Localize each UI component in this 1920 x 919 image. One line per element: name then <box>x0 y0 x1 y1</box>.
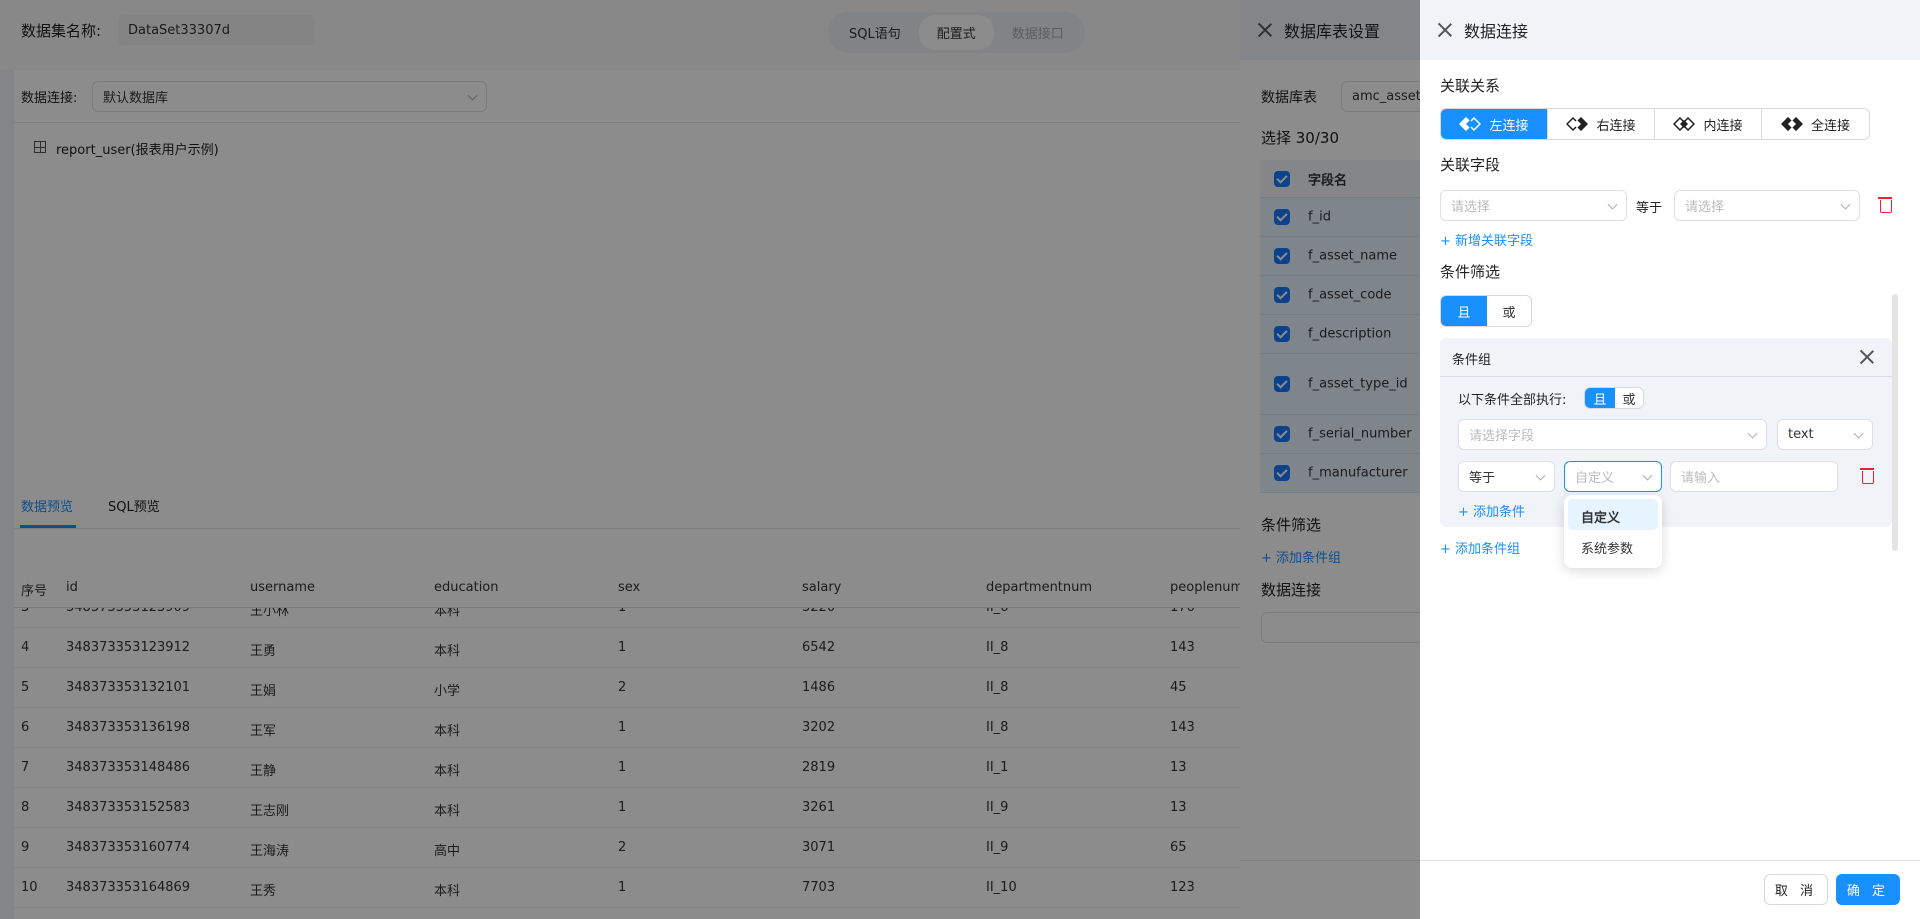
type-value: text <box>1788 427 1814 442</box>
condition-field-select[interactable]: 请选择字段 <box>1458 419 1767 450</box>
equals-label: 等于 <box>1636 201 1663 216</box>
operator-value: 等于 <box>1469 471 1496 486</box>
placeholder: 请选择字段 <box>1469 429 1535 444</box>
and-option[interactable]: 且 <box>1585 388 1615 408</box>
right-join-icon <box>1566 117 1589 131</box>
join-type-label: 左连接 <box>1489 118 1529 134</box>
operator-select[interactable]: 等于 <box>1458 461 1555 492</box>
all-exec-label: 以下条件全部执行: <box>1458 393 1567 408</box>
add-group-label: 添加条件组 <box>1455 542 1521 557</box>
delete-icon[interactable] <box>1860 468 1874 484</box>
join-type-label: 内连接 <box>1703 118 1743 134</box>
close-icon[interactable] <box>1438 23 1452 37</box>
placeholder: 请选择 <box>1451 200 1491 215</box>
value-source-dropdown: 自定义 系统参数 <box>1564 495 1662 568</box>
condition-group: 条件组 以下条件全部执行: 且 或 请选择字段 text 等于 自定义 请输入 … <box>1440 338 1892 527</box>
left-join-icon <box>1459 117 1482 131</box>
join-type-label: 全连接 <box>1810 118 1850 134</box>
join-type-label: 右连接 <box>1596 118 1636 134</box>
or-option[interactable]: 或 <box>1615 388 1643 408</box>
join-type-0[interactable]: 左连接 <box>1441 109 1548 139</box>
value-input[interactable]: 请输入 <box>1670 461 1838 492</box>
footer-divider <box>1420 860 1920 861</box>
dropdown-option-system-param[interactable]: 系统参数 <box>1568 530 1658 561</box>
value-source-select[interactable]: 自定义 <box>1564 461 1662 492</box>
field-label: 关联字段 <box>1440 156 1501 174</box>
placeholder: 请选择 <box>1685 200 1725 215</box>
relation-label: 关联关系 <box>1440 77 1501 95</box>
filter-label: 条件筛选 <box>1440 263 1501 281</box>
join-type-group: 左连接 右连接 内连接 全连接 <box>1440 108 1870 140</box>
add-condition-label: 添加条件 <box>1473 505 1526 520</box>
and-option[interactable]: 且 <box>1441 296 1487 326</box>
placeholder: 自定义 <box>1575 471 1615 486</box>
group-title: 条件组 <box>1452 353 1492 368</box>
group-and-or-toggle: 且 或 <box>1584 387 1644 409</box>
inner-join-icon <box>1673 117 1696 131</box>
close-icon[interactable] <box>1860 350 1874 364</box>
add-field-link[interactable]: + 新增关联字段 <box>1440 230 1533 249</box>
dropdown-option-custom[interactable]: 自定义 <box>1568 499 1658 530</box>
join-drawer: 数据连接 关联关系 左连接 右连接 内连接 全连接 关联字段 请选择 等于 请选择 +… <box>1420 0 1920 919</box>
join-type-3[interactable]: 全连接 <box>1762 109 1869 139</box>
right-field-select[interactable]: 请选择 <box>1674 190 1860 221</box>
or-option[interactable]: 或 <box>1487 296 1531 326</box>
and-or-toggle: 且 或 <box>1440 295 1532 327</box>
divider <box>1440 376 1892 377</box>
drawer-header: 数据连接 <box>1420 0 1920 60</box>
left-field-select[interactable]: 请选择 <box>1440 190 1627 221</box>
ok-button[interactable]: 确 定 <box>1836 874 1900 905</box>
drawer-title: 数据连接 <box>1464 22 1529 41</box>
add-field-label: 新增关联字段 <box>1455 234 1534 249</box>
full-join-icon <box>1780 117 1803 131</box>
add-group-link[interactable]: + 添加条件组 <box>1440 538 1520 557</box>
join-type-2[interactable]: 内连接 <box>1655 109 1762 139</box>
delete-icon[interactable] <box>1878 197 1892 213</box>
type-select[interactable]: text <box>1777 419 1873 450</box>
scrollbar[interactable] <box>1892 294 1898 551</box>
placeholder: 请输入 <box>1681 471 1721 486</box>
add-condition-link[interactable]: + 添加条件 <box>1458 501 1525 520</box>
cancel-button[interactable]: 取 消 <box>1764 874 1828 905</box>
join-type-1[interactable]: 右连接 <box>1548 109 1655 139</box>
